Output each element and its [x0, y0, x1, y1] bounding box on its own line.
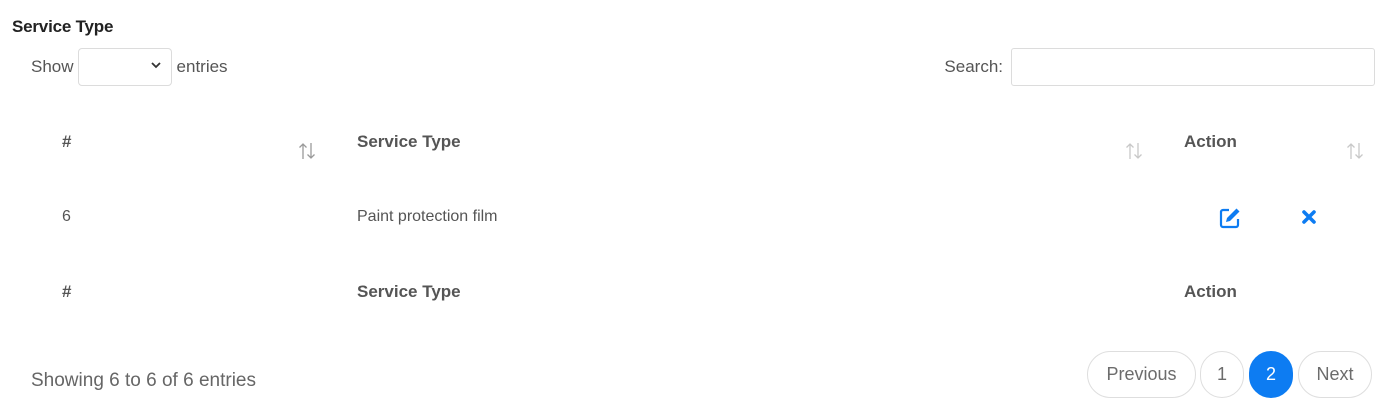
show-label: Show — [31, 57, 74, 76]
footer-header-number: # — [62, 282, 72, 301]
delete-icon[interactable] — [1296, 204, 1322, 230]
next-button[interactable]: Next — [1298, 351, 1372, 398]
row-service-type: Paint protection film — [357, 208, 498, 225]
sort-icon[interactable] — [1124, 140, 1144, 162]
search-control: Search: — [944, 48, 1375, 86]
page-2-button[interactable]: 2 — [1249, 351, 1293, 398]
chevron-down-icon — [150, 62, 161, 69]
row-number: 6 — [62, 208, 71, 225]
edit-icon[interactable] — [1217, 205, 1243, 231]
footer-header-action: Action — [1184, 282, 1237, 301]
entries-label: entries — [176, 57, 228, 76]
previous-button[interactable]: Previous — [1087, 351, 1196, 398]
page-title: Service Type — [12, 17, 114, 36]
footer-header-service-type: Service Type — [357, 282, 461, 301]
table-info: Showing 6 to 6 of 6 entries — [31, 370, 256, 391]
column-header-service-type[interactable]: Service Type — [357, 132, 461, 152]
column-header-number[interactable]: # — [62, 132, 71, 152]
entries-select[interactable] — [77, 48, 172, 86]
page-1-button[interactable]: 1 — [1200, 351, 1244, 398]
column-header-action[interactable]: Action — [1184, 132, 1237, 152]
sort-icon[interactable] — [297, 140, 317, 162]
search-label: Search: — [944, 57, 1003, 76]
entries-length-control: Show entries — [31, 48, 228, 86]
search-input[interactable] — [1011, 48, 1375, 86]
sort-icon[interactable] — [1345, 140, 1365, 162]
